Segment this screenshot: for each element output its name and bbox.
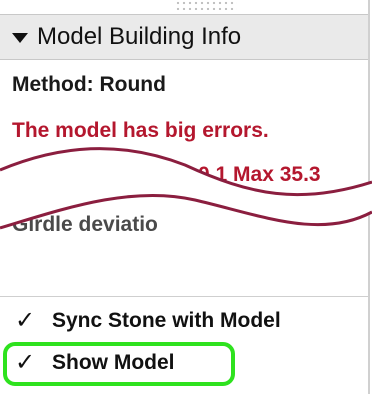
- model-building-info-panel: Model Building Info Method: Round The mo…: [0, 0, 372, 394]
- method-text: Method: Round: [12, 73, 166, 96]
- check-icon[interactable]: ✓: [14, 348, 36, 377]
- girdle-deviation-label: Girdle deviatio: [12, 213, 158, 236]
- section-title: Model Building Info: [37, 23, 242, 50]
- panel-grip-handle[interactable]: [175, 0, 237, 10]
- error-message: The model has big errors.: [12, 119, 269, 142]
- triangle-down-icon[interactable]: [12, 33, 28, 43]
- torn-edge-overlay: [0, 147, 372, 230]
- show-model-checkbox[interactable]: ✓ Show Model: [14, 348, 175, 377]
- sync-stone-checkbox[interactable]: ✓ Sync Stone with Model: [14, 306, 281, 335]
- check-icon[interactable]: ✓: [14, 306, 36, 335]
- model-building-info-header[interactable]: Model Building Info: [0, 14, 368, 60]
- sync-stone-label: Sync Stone with Model: [52, 308, 281, 332]
- options-separator: [0, 296, 368, 297]
- show-model-label: Show Model: [52, 350, 175, 374]
- error-values-text: 0.1 Max 35.3: [198, 163, 321, 186]
